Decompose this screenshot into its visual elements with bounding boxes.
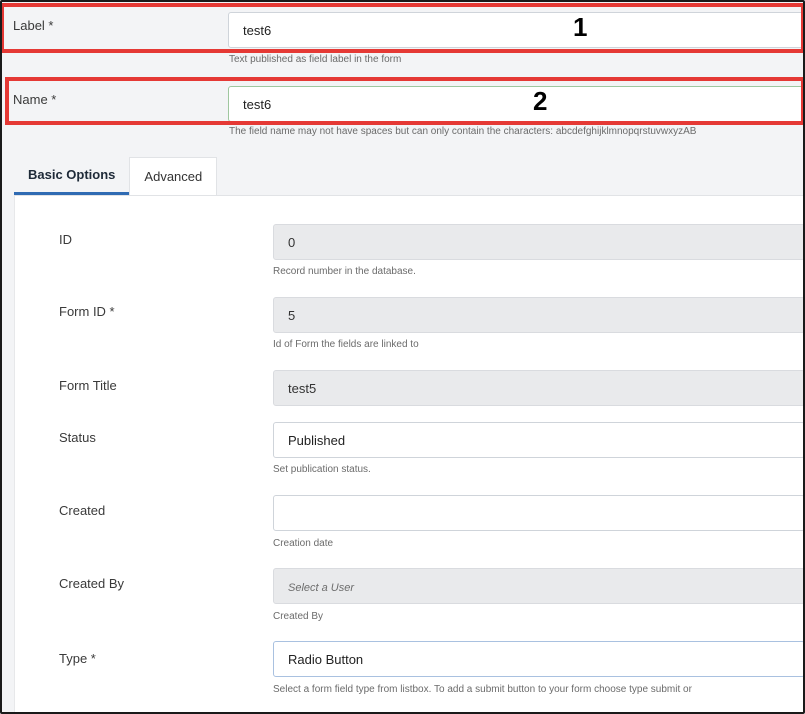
form-id-field: 5 xyxy=(273,297,805,333)
status-value: Published xyxy=(288,433,346,448)
label-help-text: Text published as field label in the for… xyxy=(229,54,402,65)
tab-basic-options[interactable]: Basic Options xyxy=(14,157,130,195)
type-label: Type * xyxy=(59,651,96,666)
created-by-user-field[interactable]: Select a User xyxy=(273,568,805,604)
created-label: Created xyxy=(59,503,106,518)
created-date-input[interactable] xyxy=(273,495,805,531)
annotation-marker-1: 1 xyxy=(573,12,588,42)
created-by-help-text: Created By xyxy=(273,611,324,622)
options-tabs: Basic Options Advanced xyxy=(14,157,218,195)
created-by-label: Created By xyxy=(59,576,125,591)
form-title-field: test5 xyxy=(273,370,805,406)
form-id-value: 5 xyxy=(288,308,296,323)
form-id-label: Form ID * xyxy=(59,304,115,319)
type-help-text: Select a form field type from listbox. T… xyxy=(273,684,692,695)
name-input[interactable] xyxy=(228,86,805,122)
label-input[interactable] xyxy=(228,12,805,48)
form-title-value: test5 xyxy=(288,381,317,396)
status-label: Status xyxy=(59,430,96,445)
name-help-text: The field name may not have spaces but c… xyxy=(229,126,697,137)
id-field: 0 xyxy=(273,224,805,260)
created-help-text: Creation date xyxy=(273,538,334,549)
id-help-text: Record number in the database. xyxy=(273,266,416,277)
form-id-help-text: Id of Form the fields are linked to xyxy=(273,339,419,350)
annotation-marker-2: 2 xyxy=(533,86,548,116)
type-select[interactable]: Radio Button xyxy=(273,641,805,677)
name-field-label: Name * xyxy=(13,92,57,107)
status-help-text: Set publication status. xyxy=(273,464,371,475)
label-field-label: Label * xyxy=(13,18,54,33)
id-label: ID xyxy=(59,232,72,247)
status-select[interactable]: Published xyxy=(273,422,805,458)
id-value: 0 xyxy=(288,235,296,250)
type-value: Radio Button xyxy=(288,652,364,667)
created-by-placeholder: Select a User xyxy=(288,582,355,594)
form-title-label: Form Title xyxy=(59,378,117,393)
tab-advanced[interactable]: Advanced xyxy=(129,157,218,195)
